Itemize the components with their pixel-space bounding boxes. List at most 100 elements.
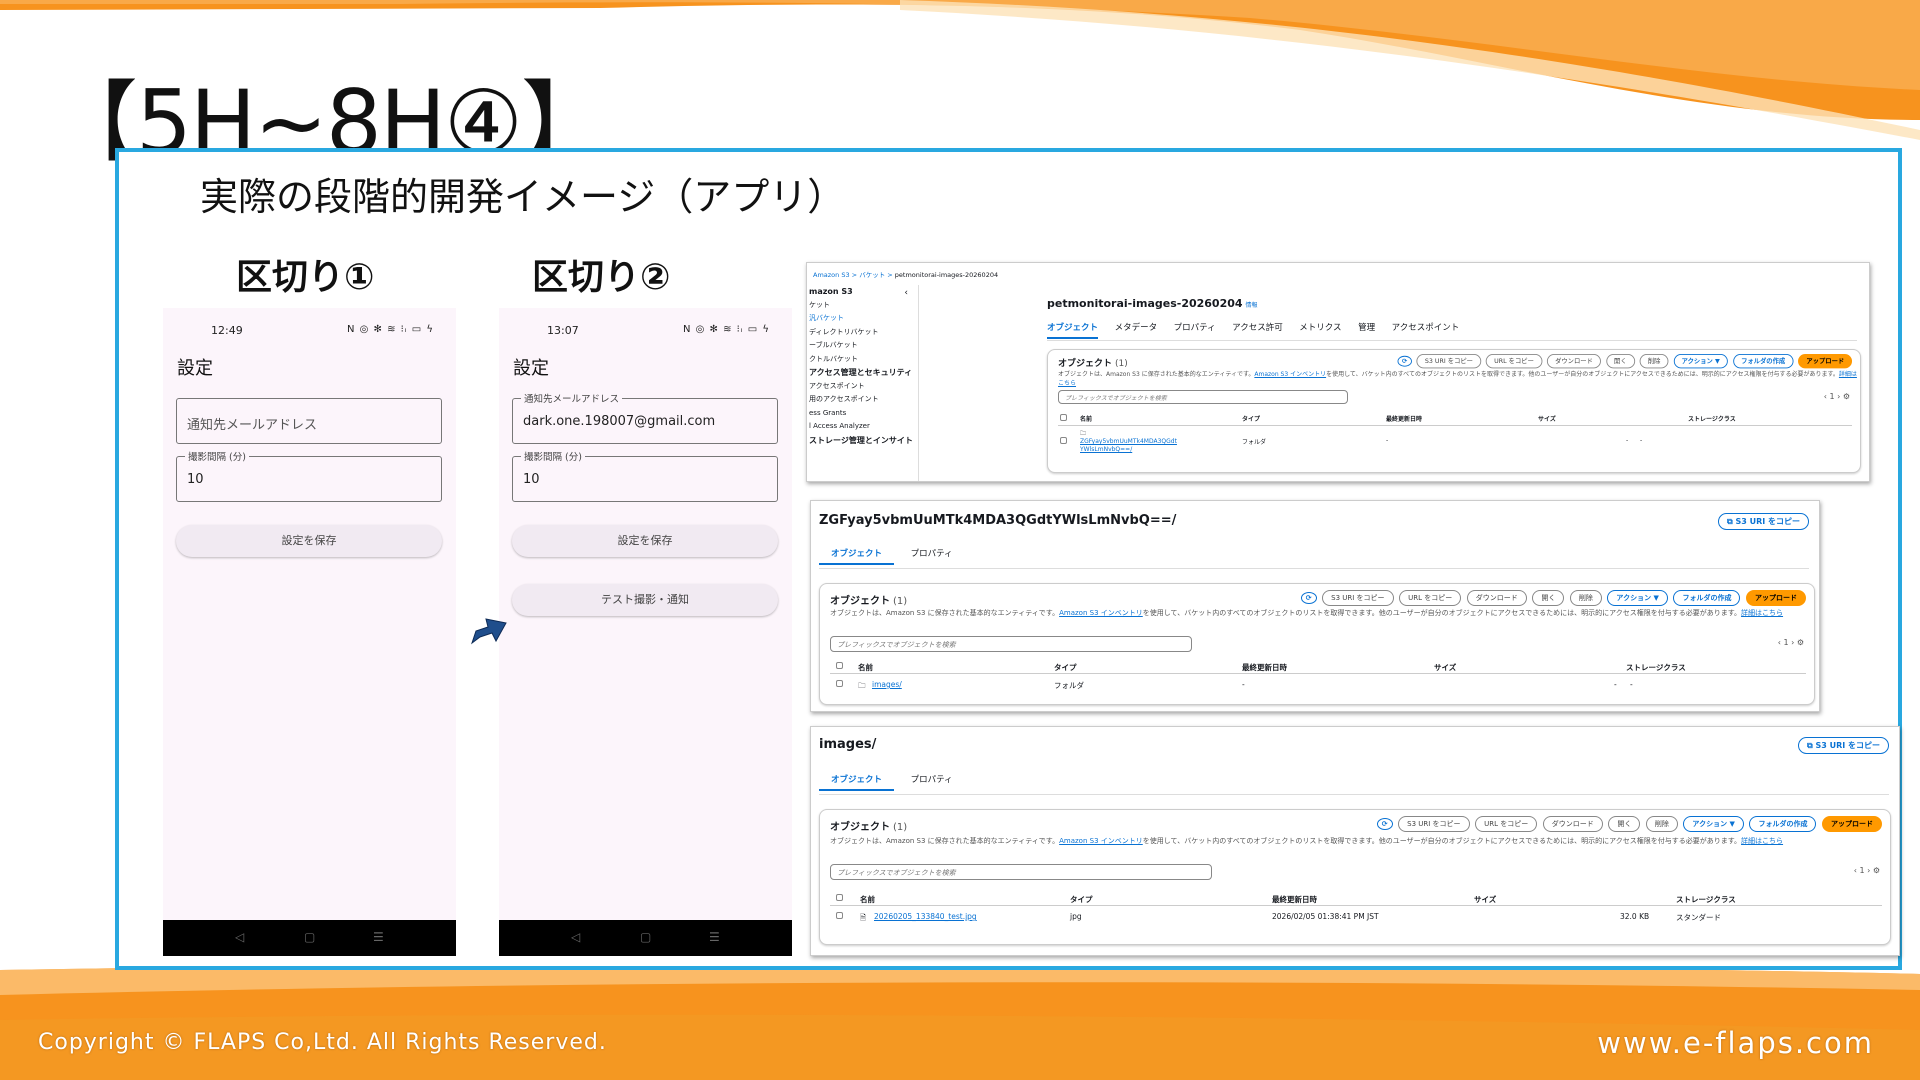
upload-button[interactable]: アップロード (1746, 590, 1806, 606)
pagination[interactable]: ‹ 1 › ⚙ (1854, 866, 1880, 875)
home-icon[interactable]: ▢ (640, 930, 651, 944)
tab-objects[interactable]: オブジェクト (819, 547, 895, 565)
test-capture-button[interactable]: テスト撮影・通知 (512, 584, 778, 616)
col-size[interactable]: サイズ (1474, 894, 1496, 905)
email-field[interactable]: 通知先メールアドレス (176, 398, 442, 444)
tab-objects[interactable]: オブジェクト (819, 773, 895, 791)
copy-s3-uri-button[interactable]: ⧉ S3 URI をコピー (1717, 513, 1809, 530)
select-all-checkbox[interactable] (836, 662, 843, 669)
pagination[interactable]: ‹ 1 › ⚙ (1824, 392, 1850, 401)
menu-icon[interactable]: ☰ (373, 930, 384, 944)
sidebar-item[interactable]: l Access Analyzer (809, 420, 918, 434)
tab-permissions[interactable]: アクセス許可 (1232, 321, 1283, 337)
tab-access-points[interactable]: アクセスポイント (1392, 321, 1460, 337)
select-all-checkbox[interactable] (836, 894, 843, 901)
tab-objects[interactable]: オブジェクト (1047, 321, 1099, 339)
col-storage-class[interactable]: ストレージクラス (1626, 662, 1686, 673)
refresh-icon[interactable]: ⟳ (1397, 355, 1412, 367)
tab-properties[interactable]: プロパティ (1174, 321, 1216, 337)
inventory-link[interactable]: Amazon S3 インベントリ (1059, 837, 1143, 845)
col-storage-class[interactable]: ストレージクラス (1688, 414, 1736, 423)
col-name[interactable]: 名前 (1080, 414, 1092, 423)
select-all-checkbox[interactable] (1060, 414, 1067, 421)
learn-more-link[interactable]: 詳細はこちら (1741, 837, 1783, 845)
col-modified[interactable]: 最終更新日時 (1386, 414, 1422, 423)
create-folder-button[interactable]: フォルダの作成 (1673, 590, 1741, 606)
actions-button[interactable]: アクション ▼ (1607, 590, 1668, 606)
actions-button[interactable]: アクション ▼ (1673, 354, 1728, 369)
create-folder-button[interactable]: フォルダの作成 (1749, 816, 1817, 832)
folder-link[interactable]: ZGFyay5vbmUuMTk4MDA3QGdtYWlsLmNvbQ==/ (1080, 438, 1177, 453)
copy-s3-uri-button[interactable]: S3 URI をコピー (1398, 816, 1470, 832)
search-input[interactable]: プレフィックスでオブジェクトを検索 (1058, 390, 1348, 404)
sidebar-item[interactable]: ケット (809, 299, 918, 313)
copy-url-button[interactable]: URL をコピー (1399, 590, 1462, 606)
sidebar-item[interactable]: 用のアクセスポイント (809, 393, 918, 407)
open-button[interactable]: 開く (1532, 590, 1565, 606)
col-size[interactable]: サイズ (1434, 662, 1456, 673)
search-input[interactable]: プレフィックスでオブジェクトを検索 (830, 864, 1212, 880)
interval-field[interactable]: 撮影間隔 (分) 10 (512, 449, 778, 502)
breadcrumb-s3[interactable]: Amazon S3 (813, 271, 850, 279)
col-name[interactable]: 名前 (858, 662, 873, 673)
col-storage-class[interactable]: ストレージクラス (1676, 894, 1736, 905)
row-checkbox[interactable] (836, 680, 843, 687)
delete-button[interactable]: 削除 (1639, 354, 1669, 369)
col-type[interactable]: タイプ (1070, 894, 1093, 905)
tab-properties[interactable]: プロパティ (911, 547, 953, 563)
home-icon[interactable]: ▢ (304, 930, 315, 944)
copy-s3-uri-button[interactable]: ⧉ S3 URI をコピー (1797, 737, 1889, 754)
col-type[interactable]: タイプ (1054, 662, 1077, 673)
col-type[interactable]: タイプ (1242, 414, 1260, 423)
sidebar-item[interactable]: ーブルバケット (809, 339, 918, 353)
save-settings-button[interactable]: 設定を保存 (176, 525, 442, 557)
next-icon[interactable]: › ⚙ (1835, 392, 1850, 401)
copy-s3-uri-button[interactable]: S3 URI をコピー (1416, 354, 1481, 369)
save-settings-button[interactable]: 設定を保存 (512, 525, 778, 557)
download-button[interactable]: ダウンロード (1542, 816, 1603, 832)
email-field[interactable]: 通知先メールアドレス dark.one.198007@gmail.com (512, 391, 778, 444)
sidebar-item[interactable]: 汎バケット (809, 312, 918, 326)
pagination[interactable]: ‹ 1 › ⚙ (1778, 638, 1804, 647)
file-link[interactable]: 20260205_133840_test.jpg (874, 912, 977, 921)
delete-button[interactable]: 削除 (1645, 816, 1678, 832)
upload-button[interactable]: アップロード (1798, 354, 1852, 369)
refresh-icon[interactable]: ⟳ (1376, 818, 1393, 830)
sidebar-item[interactable]: アクセスポイント (809, 380, 918, 394)
copy-url-button[interactable]: URL をコピー (1485, 354, 1542, 369)
col-name[interactable]: 名前 (860, 894, 875, 905)
upload-button[interactable]: アップロード (1822, 816, 1882, 832)
back-icon[interactable]: ◁ (235, 930, 244, 944)
search-input[interactable]: プレフィックスでオブジェクトを検索 (830, 636, 1192, 652)
tab-management[interactable]: 管理 (1358, 321, 1375, 337)
collapse-icon[interactable]: ‹ (904, 287, 908, 301)
download-button[interactable]: ダウンロード (1466, 590, 1527, 606)
open-button[interactable]: 開く (1608, 816, 1641, 832)
sidebar-item[interactable]: クトルバケット (809, 353, 918, 367)
sidebar-item[interactable]: ディレクトリバケット (809, 326, 918, 340)
create-folder-button[interactable]: フォルダの作成 (1732, 354, 1794, 369)
copy-s3-uri-button[interactable]: S3 URI をコピー (1322, 590, 1394, 606)
download-button[interactable]: ダウンロード (1546, 354, 1601, 369)
back-icon[interactable]: ◁ (571, 930, 580, 944)
copy-url-button[interactable]: URL をコピー (1475, 816, 1538, 832)
row-checkbox[interactable] (836, 912, 843, 919)
delete-button[interactable]: 削除 (1569, 590, 1602, 606)
tab-metrics[interactable]: メトリクス (1299, 321, 1341, 337)
inventory-link[interactable]: Amazon S3 インベントリ (1059, 609, 1143, 617)
actions-button[interactable]: アクション ▼ (1683, 816, 1744, 832)
learn-more-link[interactable]: 詳細はこちら (1741, 609, 1783, 617)
folder-link[interactable]: images/ (872, 680, 902, 689)
next-icon[interactable]: › ⚙ (1789, 638, 1804, 647)
open-button[interactable]: 開く (1605, 354, 1635, 369)
next-icon[interactable]: › ⚙ (1865, 866, 1880, 875)
breadcrumb-buckets[interactable]: バケット (859, 271, 885, 279)
refresh-icon[interactable]: ⟳ (1300, 592, 1317, 604)
tab-properties[interactable]: プロパティ (911, 773, 953, 789)
menu-icon[interactable]: ☰ (709, 930, 720, 944)
inventory-link[interactable]: Amazon S3 インベントリ (1254, 371, 1326, 378)
col-size[interactable]: サイズ (1538, 414, 1556, 423)
info-link[interactable]: 情報 (1246, 302, 1258, 309)
row-checkbox[interactable] (1060, 437, 1067, 444)
tab-metadata[interactable]: メタデータ (1115, 321, 1158, 337)
